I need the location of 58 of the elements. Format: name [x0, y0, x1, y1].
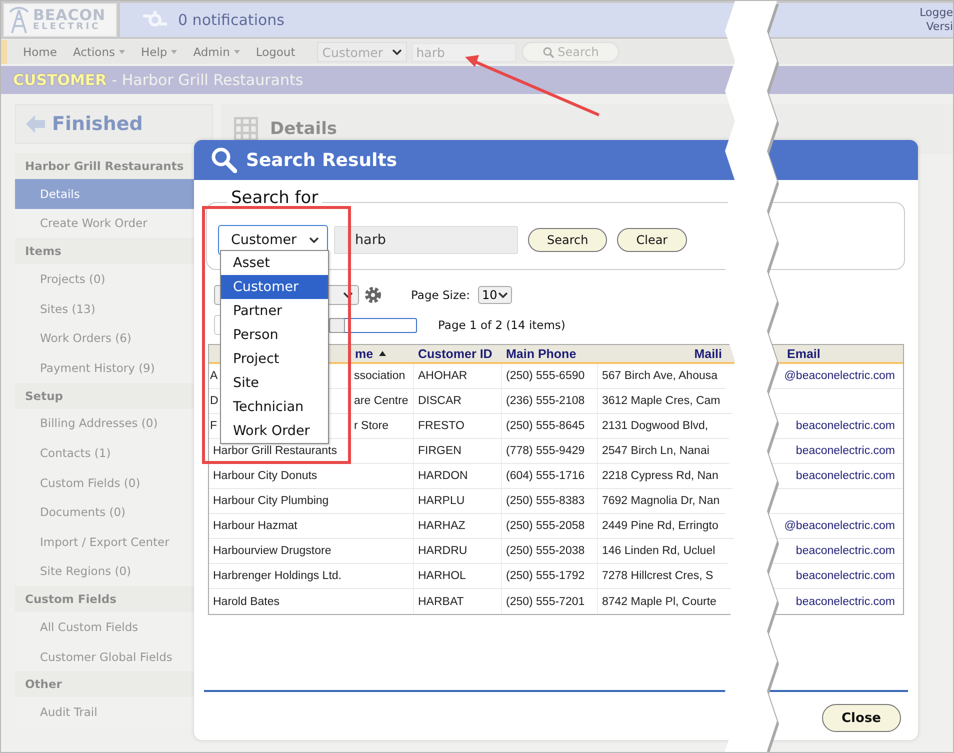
table-cell-text: beaconelectric.com — [794, 544, 896, 559]
table-cell: Harbourview Drugstore — [209, 539, 414, 563]
table-cell: HARDRU — [414, 539, 502, 563]
table-cell: AHOHAR — [414, 364, 502, 388]
table-cell: FIRGEN — [414, 439, 502, 463]
table-cell-text: 2218 Cypress Rd, Nan — [601, 469, 720, 484]
table-cell-text: 146 Linden Rd, Ucluel — [601, 544, 716, 559]
table-cell: (250) 555-7201 — [502, 589, 598, 614]
dialog-title: Search Results — [246, 150, 398, 170]
table-cell-text: beaconelectric.com — [794, 569, 896, 584]
table-cell-text: 2449 Pine Rd, Erringto — [601, 519, 720, 534]
table-cell: D — [210, 395, 218, 407]
table-cell: (778) 555-9429 — [502, 439, 598, 463]
table-cell-text: beaconelectric.com — [794, 444, 896, 459]
table-cell: FRESTO — [414, 414, 502, 438]
table-cell: r Store — [354, 420, 389, 432]
logo: BEACON ELECTRIC — [3, 3, 117, 37]
table-cell: F — [210, 420, 218, 432]
table-cell: A — [210, 370, 218, 382]
table-cell-text: 8742 Maple Pl, Courte — [601, 594, 718, 610]
user-info-text: Versi — [925, 20, 953, 34]
table-cell: Harbour City Donuts — [209, 464, 414, 488]
page-size-label: Page Size: — [411, 288, 470, 302]
table-cell: (604) 555-1716 — [502, 464, 598, 488]
table-cell: HARDON — [414, 464, 502, 488]
table-cell: (250) 555-6590 — [502, 364, 598, 388]
table-cell-text: 2547 Birch Ln, Nanai — [601, 444, 710, 459]
table-cell-text: beaconelectric.com — [794, 469, 896, 484]
table-cell-text: beaconelectric.com — [794, 419, 896, 434]
user-info-text: Logge — [920, 6, 953, 20]
table-cell: are Centre — [354, 395, 408, 407]
table-cell: (250) 555-8645 — [502, 414, 598, 438]
table-cell-text: 567 Birch Ave, Ahousa — [601, 369, 719, 384]
table-cell: HARHAZ — [414, 514, 502, 538]
table-cell: (236) 555-2108 — [502, 389, 598, 413]
page-info: Page 1 of 2 (14 items) — [438, 318, 566, 332]
table-cell: Harbrenger Holdings Ltd. — [209, 564, 414, 588]
entity-type: CUSTOMER — [13, 71, 107, 89]
table-cell: (250) 555-1792 — [502, 564, 598, 588]
table-cell: (250) 555-2058 — [502, 514, 598, 538]
section-heading: Details — [270, 119, 338, 139]
table-cell-text: 3612 Maple Cres, Cam — [601, 394, 722, 409]
table-cell: HARPLU — [414, 489, 502, 513]
table-cell: Harbour City Plumbing — [209, 489, 414, 513]
table-cell-text: 7692 Magnolia Dr, Nan — [601, 494, 721, 509]
table-cell: DISCAR — [414, 389, 502, 413]
table-cell-text: @beaconelectric.com — [783, 369, 896, 384]
table-cell: (250) 555-2038 — [502, 539, 598, 563]
table-cell: ssociation — [354, 370, 406, 382]
table-cell: HARHOL — [414, 564, 502, 588]
table-cell-text: 2131 Dogwood Blvd, — [601, 419, 710, 434]
table-cell-text: 7278 Hillcrest Cres, S — [601, 569, 714, 584]
table-cell-text: @beaconelectric.com — [783, 519, 896, 534]
table-cell: Harbour Hazmat — [209, 514, 414, 538]
table-cell: Harold Bates — [209, 589, 414, 614]
table-cell: HARBAT — [414, 589, 502, 614]
table-cell: (250) 555-8383 — [502, 489, 598, 513]
table-cell-text: beaconelectric.com — [794, 594, 896, 610]
